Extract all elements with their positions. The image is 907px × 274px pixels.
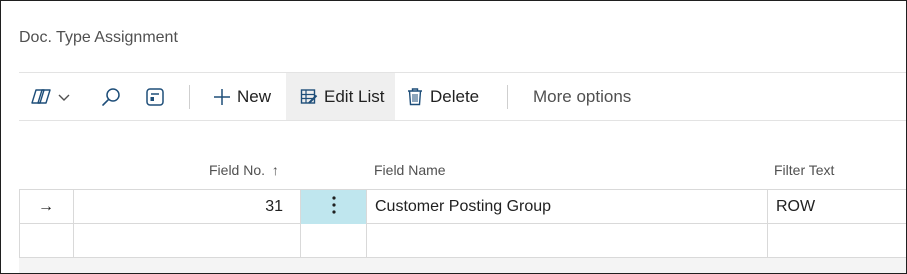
field-no-header-label: Field No. (209, 162, 266, 178)
edit-list-button-label: Edit List (324, 86, 385, 106)
row-indicator-arrow-icon: → (38, 198, 54, 215)
delete-button-label: Delete (430, 86, 480, 106)
page-title: Doc. Type Assignment (19, 29, 178, 46)
filter-pane-icon (31, 86, 55, 108)
row-actions-button[interactable] (301, 190, 366, 224)
column-header-field-name[interactable]: Field Name (374, 162, 446, 178)
filter-button[interactable] (141, 73, 169, 120)
trash-icon (407, 87, 423, 106)
filter-text-cell[interactable]: ROW (776, 190, 906, 224)
edit-list-button[interactable]: Edit List (286, 73, 395, 120)
filter-pane-button[interactable] (31, 73, 79, 120)
page-frame: Doc. Type Assignment New Edit List Delet… (0, 0, 907, 274)
field-no-cell[interactable]: 31 (74, 190, 283, 224)
column-header-filter-text[interactable]: Filter Text (774, 162, 834, 178)
toolbar-separator (507, 85, 508, 109)
search-button[interactable] (97, 73, 125, 120)
field-name-cell[interactable]: Customer Posting Group (375, 190, 765, 224)
edit-list-icon (300, 88, 318, 106)
sort-ascending-icon: ↑ (271, 162, 279, 178)
plus-icon (213, 88, 231, 106)
chevron-down-icon (57, 92, 71, 102)
column-header-field-no[interactable]: Field No. ↑ (209, 162, 279, 178)
new-button-label: New (237, 86, 272, 106)
search-icon (100, 86, 122, 108)
table-row[interactable]: → 31 Customer Posting Group ROW (19, 190, 906, 224)
grid-footer (19, 258, 906, 273)
filter-icon (144, 86, 166, 108)
grid-header: Field No. ↑ Field Name Filter Text (19, 153, 906, 189)
new-button[interactable]: New (205, 73, 293, 120)
more-vertical-icon (331, 195, 337, 220)
more-options-button[interactable]: More options (533, 73, 643, 120)
toolbar-divider-bottom (19, 120, 906, 121)
table-row-empty[interactable] (19, 224, 906, 258)
more-options-label: More options (533, 86, 632, 106)
action-toolbar: New Edit List Delete More options (19, 73, 906, 120)
toolbar-separator (189, 85, 190, 109)
delete-button[interactable]: Delete (407, 73, 485, 120)
